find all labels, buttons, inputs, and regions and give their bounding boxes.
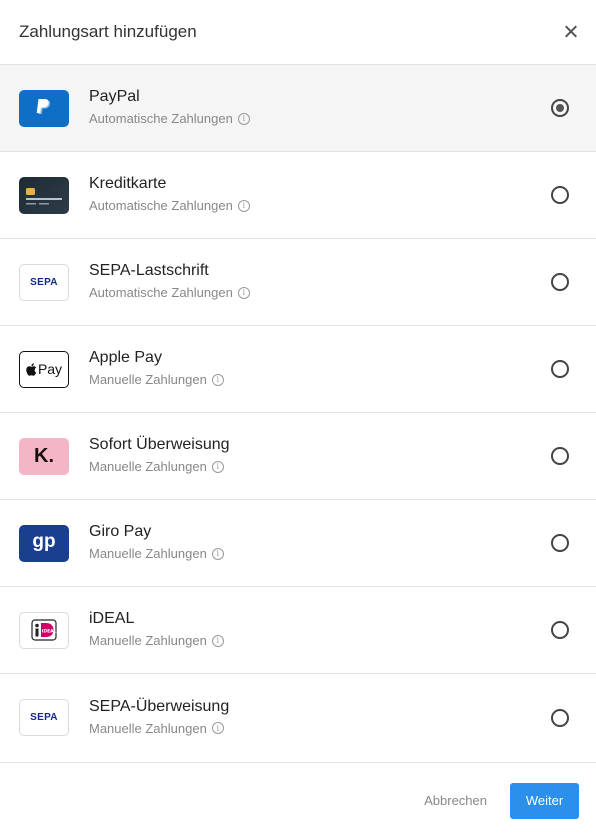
- apple-pay-logo-icon: Pay: [19, 350, 69, 388]
- radio-button[interactable]: [551, 621, 569, 639]
- payment-option-texts: SEPA-Lastschrift Automatische Zahlungen i: [89, 261, 551, 303]
- payment-option-subtitle: Automatische Zahlungen i: [89, 111, 551, 126]
- payment-option-texts: Giro Pay Manuelle Zahlungen i: [89, 522, 551, 564]
- payment-option-texts: Apple Pay Manuelle Zahlungen i: [89, 348, 551, 390]
- payment-option-giropay[interactable]: gp Giro Pay Manuelle Zahlungen i: [0, 500, 596, 587]
- payment-option-subtitle-text: Automatische Zahlungen: [89, 111, 233, 126]
- payment-option-texts: Sofort Überweisung Manuelle Zahlungen i: [89, 435, 551, 477]
- payment-option-sepa-direct-debit[interactable]: SEPA SEPA-Lastschrift Automatische Zahlu…: [0, 239, 596, 326]
- payment-option-sepa-transfer[interactable]: SEPA SEPA-Überweisung Manuelle Zahlungen…: [0, 674, 596, 761]
- radio-button[interactable]: [551, 447, 569, 465]
- payment-option-subtitle: Manuelle Zahlungen i: [89, 633, 551, 648]
- sepa-logo-text: SEPA: [30, 276, 58, 288]
- payment-option-subtitle-text: Automatische Zahlungen: [89, 285, 233, 300]
- payment-option-subtitle-text: Manuelle Zahlungen: [89, 633, 207, 648]
- ideal-logo-text: iDEAL: [42, 629, 57, 635]
- info-icon[interactable]: i: [211, 722, 224, 734]
- payment-option-texts: Kreditkarte Automatische Zahlungen i: [89, 174, 551, 216]
- radio-button[interactable]: [551, 708, 569, 727]
- payment-option-subtitle: Manuelle Zahlungen i: [89, 459, 551, 474]
- payment-option-name: Giro Pay: [89, 523, 152, 540]
- radio-button[interactable]: [551, 360, 569, 378]
- payment-option-name: Kreditkarte: [89, 175, 167, 192]
- info-icon[interactable]: i: [211, 460, 224, 473]
- payment-option-subtitle: Automatische Zahlungen i: [89, 285, 551, 300]
- payment-option-texts: iDEAL Manuelle Zahlungen i: [89, 609, 551, 651]
- payment-option-ideal[interactable]: iDEAL iDEAL Manuelle Zahlungen i: [0, 587, 596, 674]
- payment-option-subtitle-text: Manuelle Zahlungen: [89, 546, 207, 561]
- klarna-logo-text: K.: [34, 444, 54, 467]
- payment-option-name: SEPA-Lastschrift: [89, 262, 209, 279]
- payment-option-paypal[interactable]: PayPal Automatische Zahlungen i: [0, 65, 596, 152]
- payment-option-subtitle: Manuelle Zahlungen i: [89, 721, 551, 736]
- ideal-logo-icon: iDEAL: [19, 611, 69, 649]
- add-payment-method-dialog: Zahlungsart hinzufügen PayPal Automatisc…: [0, 0, 596, 838]
- payment-option-subtitle-text: Manuelle Zahlungen: [89, 720, 207, 736]
- payment-option-sofort[interactable]: K. Sofort Überweisung Manuelle Zahlungen…: [0, 413, 596, 500]
- next-button[interactable]: Weiter: [510, 782, 579, 819]
- radio-button[interactable]: [551, 534, 569, 552]
- info-icon[interactable]: i: [211, 547, 224, 560]
- payment-option-subtitle: Manuelle Zahlungen i: [89, 372, 551, 387]
- payment-option-subtitle-text: Automatische Zahlungen: [89, 198, 233, 213]
- payment-option-name: iDEAL: [89, 610, 135, 627]
- info-icon[interactable]: i: [237, 199, 250, 212]
- paypal-logo-icon: [19, 89, 69, 127]
- radio-button[interactable]: [551, 186, 569, 204]
- radio-button-selected[interactable]: [551, 99, 569, 117]
- dialog-footer: Abbrechen Weiter: [0, 762, 596, 838]
- payment-option-subtitle: Automatische Zahlungen i: [89, 198, 551, 213]
- payment-option-subtitle-text: Manuelle Zahlungen: [89, 459, 207, 474]
- info-icon[interactable]: i: [237, 112, 250, 125]
- payment-option-texts: SEPA-Überweisung Manuelle Zahlungen i: [89, 697, 551, 739]
- payment-option-name: PayPal: [89, 88, 140, 105]
- info-icon[interactable]: i: [211, 634, 224, 647]
- dialog-title: Zahlungsart hinzufügen: [19, 22, 197, 41]
- info-icon[interactable]: i: [237, 286, 250, 299]
- klarna-logo-icon: K.: [19, 437, 69, 475]
- payment-option-name: Apple Pay: [89, 349, 162, 366]
- apple-icon: [26, 362, 37, 376]
- dialog-header: Zahlungsart hinzufügen: [0, 0, 596, 65]
- sepa-logo-icon: SEPA: [19, 263, 69, 301]
- payment-method-list: PayPal Automatische Zahlungen i Kreditkar…: [0, 65, 596, 761]
- payment-option-credit-card[interactable]: Kreditkarte Automatische Zahlungen i: [0, 152, 596, 239]
- giropay-logo-icon: gp: [19, 524, 69, 562]
- payment-option-texts: PayPal Automatische Zahlungen i: [89, 87, 551, 129]
- payment-option-apple-pay[interactable]: Pay Apple Pay Manuelle Zahlungen i: [0, 326, 596, 413]
- cancel-button[interactable]: Abbrechen: [424, 793, 487, 808]
- radio-button[interactable]: [551, 273, 569, 291]
- apple-pay-logo-text: Pay: [37, 361, 63, 377]
- close-icon[interactable]: [564, 25, 578, 39]
- sepa-logo-icon: SEPA: [19, 699, 69, 736]
- info-icon[interactable]: i: [211, 373, 224, 386]
- payment-option-name: Sofort Überweisung: [89, 436, 230, 453]
- sepa-logo-text: SEPA: [30, 712, 58, 723]
- giropay-logo-text: gp: [32, 530, 56, 552]
- payment-option-name: SEPA-Überweisung: [89, 697, 230, 715]
- payment-option-subtitle-text: Manuelle Zahlungen: [89, 372, 207, 387]
- payment-option-subtitle: Manuelle Zahlungen i: [89, 546, 551, 561]
- credit-card-logo-icon: [19, 176, 69, 214]
